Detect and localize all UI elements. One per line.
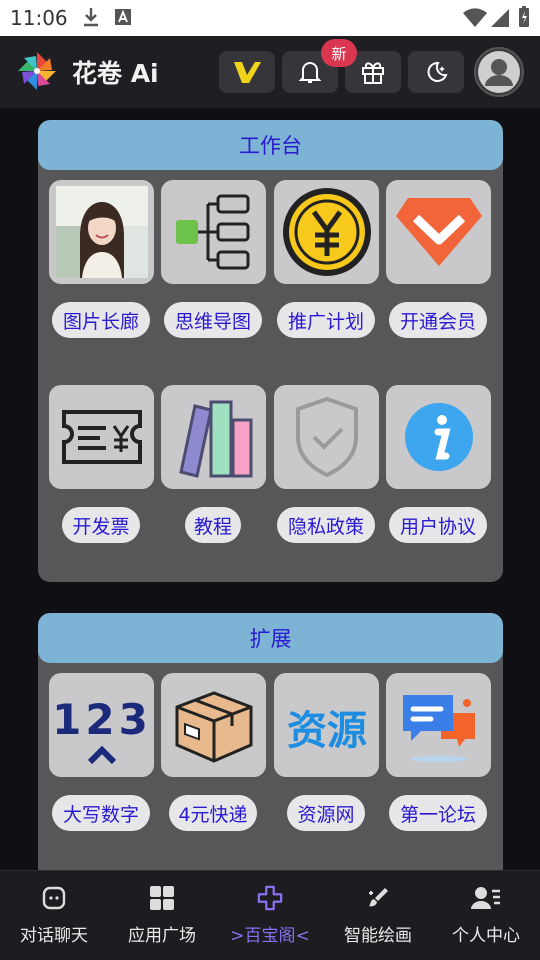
- chip-tutorial[interactable]: 教程: [185, 507, 241, 543]
- resource-site-tile[interactable]: 资源: [274, 673, 379, 777]
- download-icon: [84, 8, 98, 27]
- chip-user-agreement[interactable]: 用户协议: [389, 507, 487, 543]
- nav-chat-label: 对话聊天: [20, 926, 88, 946]
- chip-forum[interactable]: 第一论坛: [389, 795, 487, 831]
- privacy-tile[interactable]: [274, 385, 379, 489]
- user-avatar-button[interactable]: [474, 47, 524, 97]
- nav-app-square[interactable]: 应用广场: [108, 871, 216, 960]
- chip-invoice[interactable]: 开发票: [62, 507, 140, 543]
- mindmap-tile[interactable]: [161, 180, 266, 284]
- pinwheel-logo: [18, 52, 56, 90]
- new-badge: 新: [321, 39, 357, 67]
- bottom-nav: 对话聊天 应用广场 >百宝阁< 智能绘画 个人中心: [0, 870, 540, 960]
- signal-icon: [491, 9, 509, 27]
- chat-icon: [42, 886, 66, 910]
- nav-profile[interactable]: 个人中心: [432, 871, 540, 960]
- yuan-coin-icon: [282, 188, 371, 276]
- vip-heart-icon: [395, 198, 482, 266]
- tutorial-tile[interactable]: [161, 385, 266, 489]
- bell-icon: [298, 62, 322, 83]
- paint-brush-icon: [369, 888, 388, 907]
- user-profile-icon: [471, 887, 500, 909]
- invoice-ticket-icon: [61, 410, 142, 464]
- chip-uppercase-numbers[interactable]: 大写数字: [52, 795, 150, 831]
- extension-title: 扩展: [38, 613, 503, 663]
- nav-app-square-label: 应用广场: [128, 926, 196, 946]
- numbers-123-icon: 123: [54, 695, 150, 765]
- package-box-icon: [175, 691, 252, 763]
- chat-bubbles-icon: [402, 695, 475, 762]
- nav-painting[interactable]: 智能绘画: [324, 871, 432, 960]
- app-title: 花卷 Ai: [72, 59, 159, 88]
- shield-check-icon: [295, 396, 358, 478]
- portrait-photo-icon: [55, 186, 148, 278]
- chip-vip[interactable]: 开通会员: [389, 302, 487, 338]
- avatar-icon: [478, 51, 520, 93]
- invoice-tile[interactable]: [49, 385, 154, 489]
- vip-button[interactable]: [219, 51, 275, 93]
- moon-stars-icon: [427, 61, 448, 82]
- resource-text-icon: 资源: [287, 708, 367, 754]
- svg-text:123: 123: [54, 695, 150, 744]
- workbench-title: 工作台: [38, 120, 503, 170]
- info-icon: [404, 403, 473, 471]
- chip-gallery[interactable]: 图片长廊: [52, 302, 150, 338]
- wifi-icon: [463, 8, 487, 27]
- grid-apps-icon: [150, 886, 174, 910]
- chip-express[interactable]: 4元快递: [169, 795, 257, 831]
- chip-resource-site[interactable]: 资源网: [287, 795, 365, 831]
- dark-mode-button[interactable]: [408, 51, 464, 93]
- mindmap-icon: [175, 194, 249, 270]
- promotion-tile[interactable]: [274, 180, 379, 284]
- nav-profile-label: 个人中心: [452, 926, 520, 946]
- battery-icon: [519, 6, 529, 27]
- nav-painting-label: 智能绘画: [344, 926, 412, 946]
- vip-v-icon: [234, 62, 261, 83]
- gift-icon: [362, 62, 384, 84]
- chip-promotion[interactable]: 推广计划: [277, 302, 375, 338]
- nav-treasure[interactable]: >百宝阁<: [216, 871, 324, 960]
- uppercase-numbers-tile[interactable]: 123: [49, 673, 154, 777]
- svg-text:资源: 资源: [287, 708, 367, 754]
- vip-membership-tile[interactable]: [386, 180, 491, 284]
- gallery-tile[interactable]: [49, 180, 154, 284]
- status-time: 11:06: [10, 6, 68, 30]
- chip-mindmap[interactable]: 思维导图: [164, 302, 262, 338]
- chip-privacy[interactable]: 隐私政策: [277, 507, 375, 543]
- extension-panel: 扩展 123 资源 大写数字 4元快递 资源网 第一论坛: [38, 613, 503, 883]
- express-delivery-tile[interactable]: [161, 673, 266, 777]
- nav-treasure-label: >百宝阁<: [230, 926, 310, 946]
- books-icon: [178, 400, 252, 478]
- status-bar: 11:06: [0, 0, 540, 36]
- notification-a-icon: [115, 9, 131, 25]
- forum-tile[interactable]: [386, 673, 491, 777]
- user-agreement-tile[interactable]: [386, 385, 491, 489]
- nav-chat[interactable]: 对话聊天: [0, 871, 108, 960]
- app-header: 花卷 Ai: [0, 36, 540, 108]
- workbench-panel: 工作台 图片长廊 思维导图 推广计划 开通会员 开发票 教程 隐私政策 用户协议: [38, 120, 503, 582]
- plus-cross-icon: [257, 885, 283, 911]
